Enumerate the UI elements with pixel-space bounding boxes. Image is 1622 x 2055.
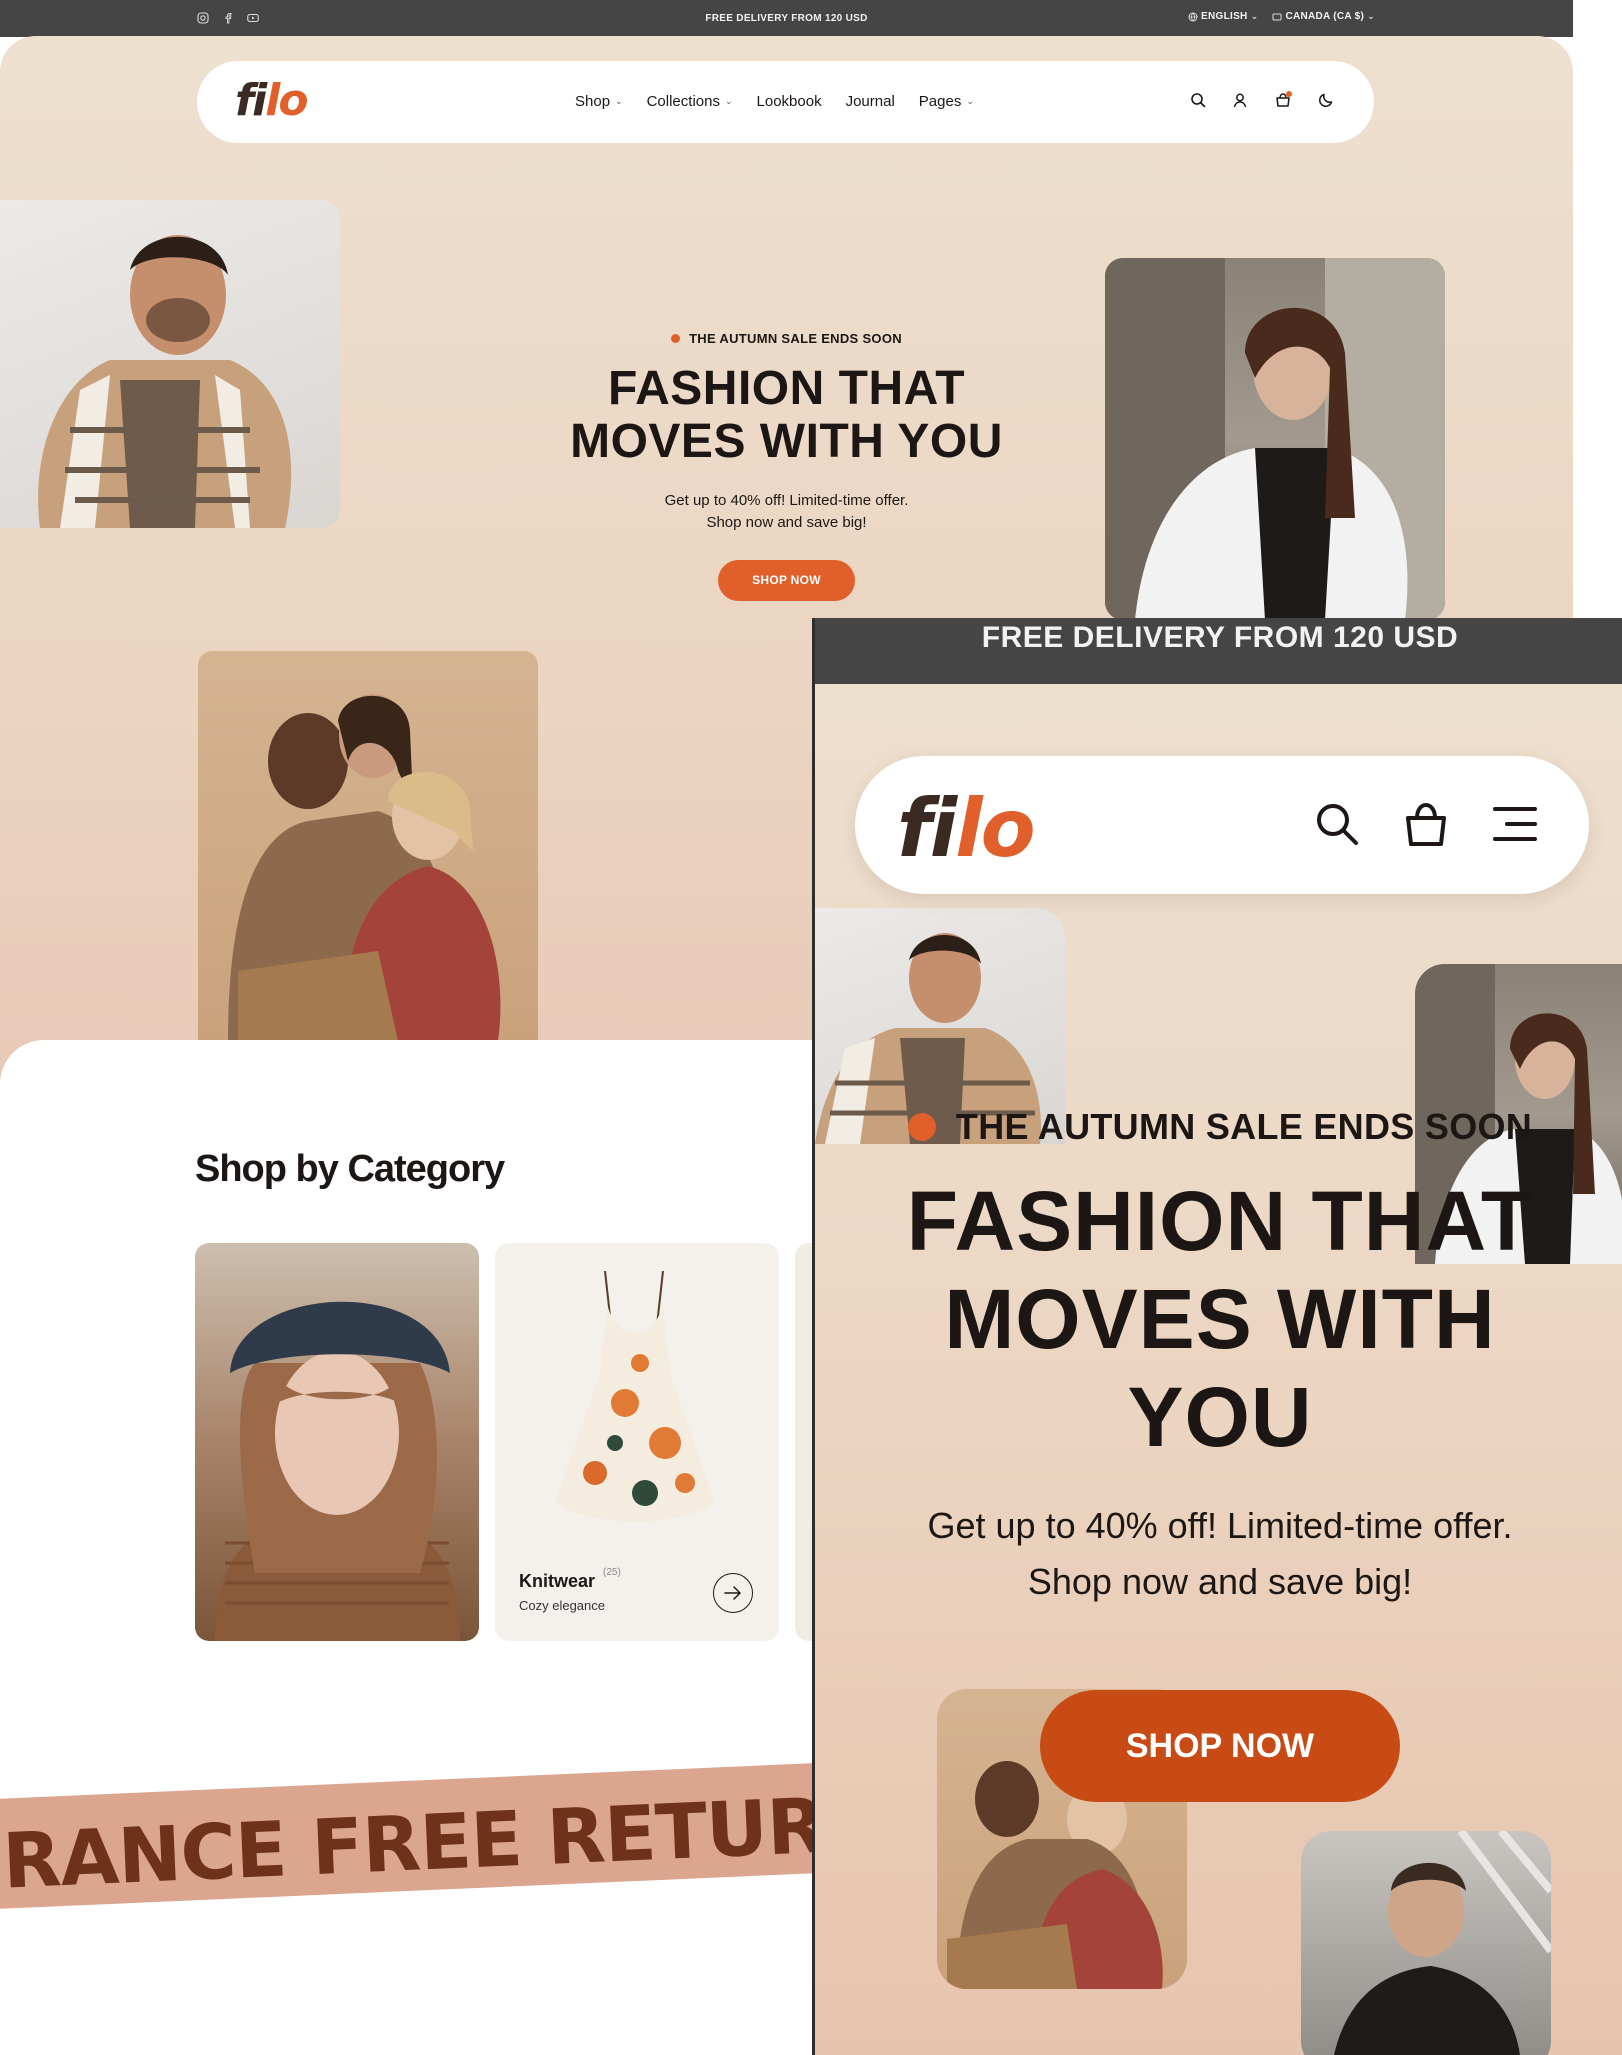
- section-title: Shop by Category: [195, 1148, 505, 1190]
- category-name: Knitwear: [519, 1571, 596, 1591]
- chevron-down-icon: ⌄: [724, 96, 733, 106]
- currency-selector[interactable]: CANADA (CA $) ⌄: [1272, 11, 1375, 22]
- nav-shop[interactable]: Shop ⌄: [575, 93, 623, 110]
- brand-logo[interactable]: filo: [235, 75, 309, 126]
- mobile-hero-title-line: YOU: [1127, 1370, 1313, 1464]
- hero-eyebrow: THE AUTUMN SALE ENDS SOON: [671, 331, 902, 346]
- hero-subtitle-line: Shop now and save big!: [706, 514, 867, 531]
- hero-title-line: FASHION THAT: [607, 362, 966, 415]
- mobile-hero-title: FASHION THAT MOVES WITH YOU: [815, 1172, 1622, 1466]
- dot-icon: [671, 334, 681, 343]
- nav-links: Shop ⌄ Collections ⌄ Lookbook Journal Page…: [575, 93, 974, 110]
- desktop-topbar: FREE DELIVERY FROM 120 USD ENGLISH ⌄ CAN…: [0, 0, 1573, 37]
- chevron-down-icon: ⌄: [1367, 11, 1375, 21]
- mobile-hero-subtitle-line: Get up to 40% off! Limited-time offer.: [927, 1505, 1513, 1546]
- mobile-hero-copy: THE AUTUMN SALE ENDS SOON FASHION THAT M…: [815, 1106, 1622, 1610]
- mobile-hero-title-line: FASHION THAT: [906, 1174, 1534, 1268]
- hero-photo-group: [198, 651, 538, 1041]
- mobile-hero-eyebrow-text: THE AUTUMN SALE ENDS SOON: [955, 1106, 1533, 1147]
- mobile-hero-title-line: MOVES WITH: [944, 1272, 1496, 1366]
- mobile-mockup: FREE DELIVERY FROM 120 USD filo THE AUTU…: [812, 618, 1622, 2055]
- nav-lookbook[interactable]: Lookbook: [757, 93, 822, 110]
- user-icon[interactable]: [1232, 92, 1248, 108]
- main-navbar: filo Shop ⌄ Collections ⌄ Lookbook Journal…: [197, 61, 1374, 143]
- chevron-down-icon: ⌄: [1250, 11, 1259, 21]
- hero-title: FASHION THAT MOVES WITH YOU: [520, 362, 1053, 468]
- arrow-right-icon[interactable]: [713, 1573, 753, 1613]
- locale-switchers: ENGLISH ⌄ CANADA (CA $) ⌄: [1188, 11, 1375, 22]
- nav-collections[interactable]: Collections ⌄: [647, 93, 733, 110]
- dark-mode-icon[interactable]: [1318, 92, 1334, 108]
- mobile-shop-now-button[interactable]: SHOP NOW: [1040, 1690, 1400, 1802]
- chevron-down-icon: ⌄: [615, 96, 623, 106]
- search-icon[interactable]: [1190, 92, 1206, 108]
- category-description: Cozy elegance: [519, 1598, 605, 1613]
- nav-pages-label: Pages: [918, 93, 962, 110]
- language-label: ENGLISH: [1201, 11, 1248, 22]
- nav-lookbook-label: Lookbook: [756, 93, 822, 110]
- mobile-hero-subtitle-line: Shop now and save big!: [1027, 1561, 1413, 1602]
- hero-subtitle-line: Get up to 40% off! Limited-time offer.: [664, 492, 909, 509]
- nav-journal-label: Journal: [845, 93, 895, 110]
- shop-now-button[interactable]: SHOP NOW: [718, 560, 855, 601]
- nav-journal[interactable]: Journal: [846, 93, 895, 110]
- hero-eyebrow-text: THE AUTUMN SALE ENDS SOON: [689, 331, 902, 346]
- mobile-topbar: FREE DELIVERY FROM 120 USD: [815, 618, 1622, 684]
- menu-icon[interactable]: [1491, 804, 1539, 844]
- category-count: (25): [603, 1567, 621, 1578]
- cart-icon[interactable]: [1403, 800, 1449, 848]
- globe-icon: [1188, 12, 1198, 21]
- hero-photo-man-plaid: [0, 200, 340, 528]
- search-icon[interactable]: [1313, 800, 1361, 848]
- mobile-nav-icons: [1313, 800, 1539, 848]
- hero-subtitle: Get up to 40% off! Limited-time offer. S…: [520, 490, 1053, 534]
- category-card-photo[interactable]: [195, 1243, 479, 1641]
- cart-icon[interactable]: [1274, 91, 1292, 109]
- mobile-photo-man-glasses: [1301, 1831, 1551, 2055]
- language-selector[interactable]: ENGLISH ⌄: [1188, 11, 1258, 22]
- brand-logo[interactable]: filo: [897, 782, 1036, 875]
- hero-copy: THE AUTUMN SALE ENDS SOON FASHION THAT M…: [520, 330, 1053, 601]
- nav-icons: [1190, 91, 1334, 109]
- dot-icon: [907, 1113, 936, 1141]
- hero-title-line: MOVES WITH YOU: [570, 415, 1003, 468]
- nav-pages[interactable]: Pages ⌄: [919, 93, 974, 110]
- hero-photo-woman-white-shirt: [1105, 258, 1445, 620]
- mobile-hero-eyebrow: THE AUTUMN SALE ENDS SOON: [907, 1106, 1533, 1148]
- currency-icon: [1272, 13, 1282, 20]
- mobile-navbar: filo: [855, 756, 1589, 894]
- currency-label: CANADA (CA $): [1285, 11, 1365, 22]
- nav-collections-label: Collections: [646, 93, 720, 110]
- mobile-hero-subtitle: Get up to 40% off! Limited-time offer. S…: [815, 1498, 1622, 1610]
- nav-shop-label: Shop: [575, 93, 611, 110]
- dress-image: [555, 1270, 715, 1522]
- category-card-knitwear[interactable]: Knitwear (25) Cozy elegance: [495, 1243, 779, 1641]
- chevron-down-icon: ⌄: [966, 96, 974, 106]
